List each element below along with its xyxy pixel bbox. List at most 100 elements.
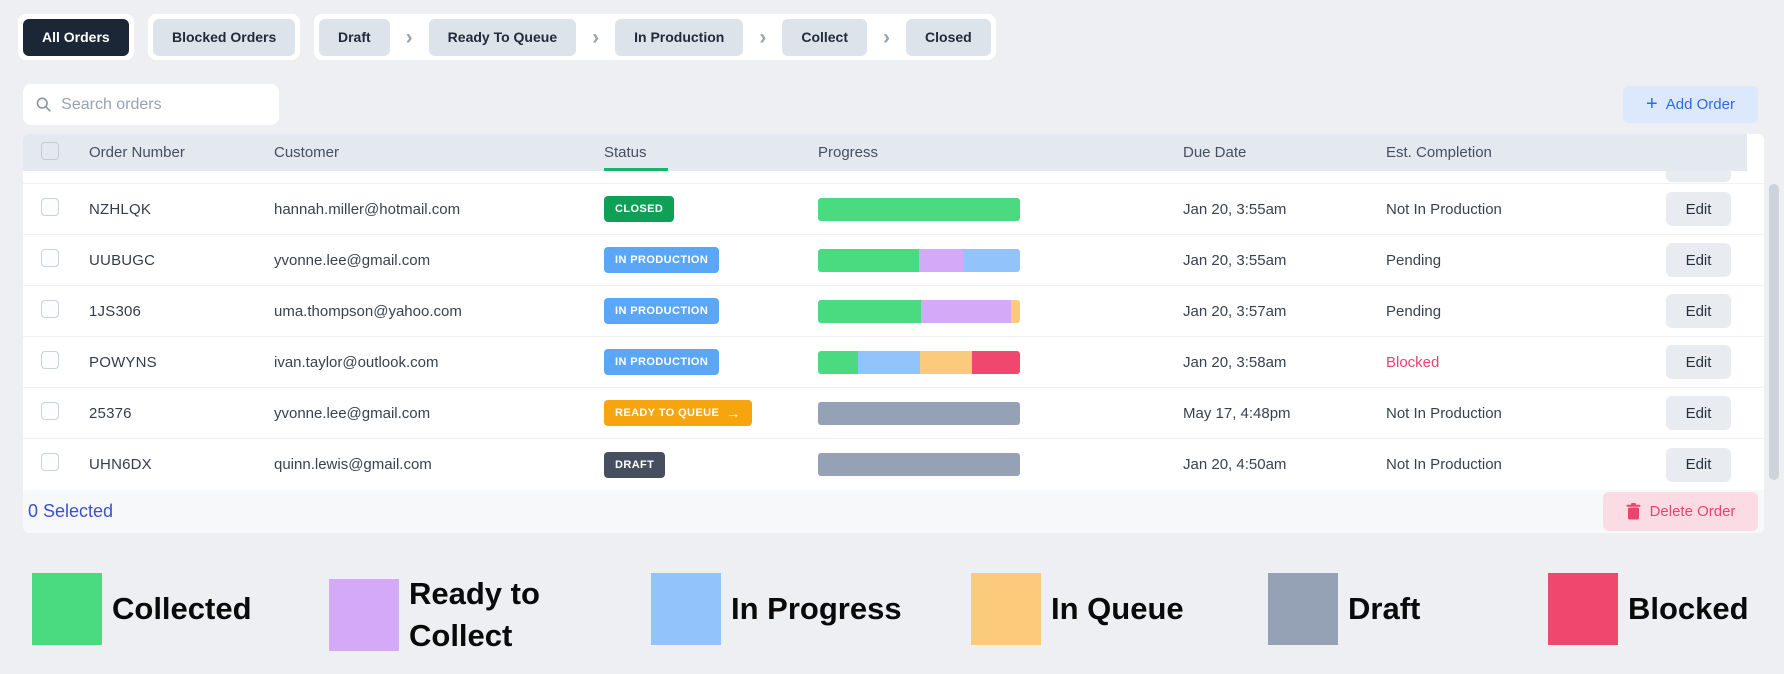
partial-scrolled-row bbox=[23, 171, 1764, 184]
delete-order-button[interactable]: Delete Order bbox=[1603, 492, 1758, 531]
edit-button[interactable]: Edit bbox=[1666, 192, 1731, 226]
workflow-step-ready-to-queue[interactable]: Ready To Queue bbox=[428, 18, 577, 56]
edit-button[interactable]: Edit bbox=[1666, 345, 1731, 379]
customer-email: uma.thompson@yahoo.com bbox=[274, 302, 462, 320]
table-row: 1JS306 uma.thompson@yahoo.com IN PRODUCT… bbox=[23, 286, 1764, 337]
plus-icon: + bbox=[1646, 92, 1658, 115]
edit-button[interactable]: Edit bbox=[1666, 294, 1731, 328]
col-order-number: Order Number bbox=[89, 144, 185, 161]
search-icon bbox=[36, 97, 51, 112]
legend-swatch bbox=[32, 573, 102, 645]
status-badge: IN PRODUCTION bbox=[604, 349, 720, 375]
table-row: 25376 yvonne.lee@gmail.com READY TO QUEU… bbox=[23, 388, 1764, 439]
edit-button[interactable]: Edit bbox=[1666, 396, 1731, 430]
row-checkbox[interactable] bbox=[41, 453, 59, 471]
legend-item: In Progress bbox=[651, 573, 902, 645]
order-number: 1JS306 bbox=[89, 302, 142, 320]
progress-segment-draft bbox=[818, 453, 1020, 476]
orders-table: Order Number Customer Status Progress Du… bbox=[23, 134, 1779, 490]
customer-email: yvonne.lee@gmail.com bbox=[274, 251, 431, 269]
table-body: NZHLQK hannah.miller@hotmail.com CLOSED … bbox=[23, 184, 1764, 490]
order-number: POWYNS bbox=[89, 353, 157, 371]
progress-segment-collected bbox=[818, 350, 859, 374]
progress-bar bbox=[818, 248, 1020, 272]
status-badge: DRAFT bbox=[604, 451, 666, 478]
col-progress: Progress bbox=[818, 144, 879, 161]
progress-bar bbox=[818, 401, 1020, 425]
status-badge: IN PRODUCTION bbox=[604, 247, 720, 273]
search-box bbox=[23, 84, 279, 125]
vertical-scrollbar[interactable] bbox=[1769, 184, 1779, 480]
progress-bar bbox=[818, 299, 1020, 323]
chevron-right-icon: › bbox=[883, 25, 891, 49]
est-completion: Pending bbox=[1386, 302, 1442, 320]
row-checkbox[interactable] bbox=[41, 401, 59, 420]
workflow-step-closed[interactable]: Closed bbox=[906, 18, 991, 56]
col-status[interactable]: Status bbox=[604, 144, 818, 161]
legend-swatch bbox=[1268, 573, 1338, 645]
status-badge: IN PRODUCTION bbox=[604, 298, 720, 324]
order-number: NZHLQK bbox=[89, 200, 152, 218]
arrow-right-icon: → bbox=[726, 405, 741, 421]
legend-label: Ready to Collect bbox=[409, 576, 540, 653]
legend-label: In Queue bbox=[1051, 591, 1184, 627]
tab-all-orders[interactable]: All Orders bbox=[23, 18, 129, 56]
customer-email: ivan.taylor@outlook.com bbox=[274, 353, 439, 371]
tab-blocked-orders[interactable]: Blocked Orders bbox=[153, 18, 296, 56]
due-date: Jan 20, 3:55am bbox=[1183, 251, 1287, 269]
progress-segment-ready_to_collect bbox=[921, 299, 1011, 323]
est-completion: Blocked bbox=[1386, 353, 1440, 371]
blocked-orders-tab-group: Blocked Orders bbox=[148, 14, 301, 60]
order-number: 25376 bbox=[89, 404, 132, 422]
legend-label: Blocked bbox=[1628, 591, 1749, 627]
table-row: NZHLQK hannah.miller@hotmail.com CLOSED … bbox=[23, 184, 1764, 235]
progress-segment-blocked bbox=[971, 350, 1020, 374]
workflow-step-in-production[interactable]: In Production bbox=[615, 18, 744, 56]
partial-edit-button bbox=[1666, 171, 1731, 182]
order-number: UHN6DX bbox=[89, 456, 152, 473]
legend-label: Collected bbox=[112, 591, 252, 627]
progress-bar bbox=[818, 197, 1020, 221]
progress-segment-in_progress bbox=[963, 248, 1020, 272]
row-checkbox[interactable] bbox=[41, 299, 59, 318]
search-input[interactable] bbox=[61, 95, 266, 114]
row-checkbox[interactable] bbox=[41, 350, 59, 369]
due-date: Jan 20, 3:55am bbox=[1183, 200, 1287, 218]
est-completion: Not In Production bbox=[1386, 456, 1502, 473]
table-row: POWYNS ivan.taylor@outlook.com IN PRODUC… bbox=[23, 337, 1764, 388]
due-date: May 17, 4:48pm bbox=[1183, 404, 1291, 422]
due-date: Jan 20, 3:57am bbox=[1183, 302, 1287, 320]
edit-button[interactable]: Edit bbox=[1666, 243, 1731, 277]
customer-email: quinn.lewis@gmail.com bbox=[274, 456, 432, 473]
legend-item: Draft bbox=[1268, 573, 1420, 645]
progress-bar bbox=[818, 350, 1020, 374]
trash-icon bbox=[1626, 503, 1641, 520]
due-date: Jan 20, 3:58am bbox=[1183, 353, 1287, 371]
est-completion: Not In Production bbox=[1386, 404, 1502, 422]
workflow-step-collect[interactable]: Collect bbox=[782, 18, 868, 56]
col-customer: Customer bbox=[274, 144, 340, 161]
progress-segment-in_queue bbox=[920, 350, 972, 374]
status-badge: READY TO QUEUE → bbox=[604, 400, 752, 426]
row-checkbox[interactable] bbox=[41, 248, 59, 267]
workflow-step-draft[interactable]: Draft bbox=[319, 18, 390, 56]
order-number: UUBUGC bbox=[89, 251, 156, 269]
chevron-right-icon: › bbox=[759, 25, 767, 49]
progress-segment-in_queue bbox=[1010, 299, 1020, 323]
row-checkbox[interactable] bbox=[41, 197, 59, 216]
table-footer: 0 Selected Delete Order bbox=[23, 490, 1764, 533]
col-est-completion: Est. Completion bbox=[1386, 144, 1492, 161]
legend-swatch bbox=[651, 573, 721, 645]
edit-button[interactable]: Edit bbox=[1666, 447, 1731, 482]
due-date: Jan 20, 4:50am bbox=[1183, 456, 1287, 473]
customer-email: yvonne.lee@gmail.com bbox=[274, 404, 431, 422]
legend-item: Collected bbox=[32, 573, 252, 645]
legend-item: In Queue bbox=[971, 573, 1184, 645]
progress-segment-collected bbox=[818, 248, 919, 272]
add-order-button[interactable]: + Add Order bbox=[1623, 86, 1758, 123]
legend-label: In Progress bbox=[731, 591, 902, 627]
select-all-checkbox[interactable] bbox=[41, 141, 59, 160]
legend-item: Ready to Collect bbox=[329, 573, 549, 657]
table-row: UUBUGC yvonne.lee@gmail.com IN PRODUCTIO… bbox=[23, 235, 1764, 286]
table-row: UHN6DX quinn.lewis@gmail.com DRAFT Jan 2… bbox=[23, 439, 1764, 490]
